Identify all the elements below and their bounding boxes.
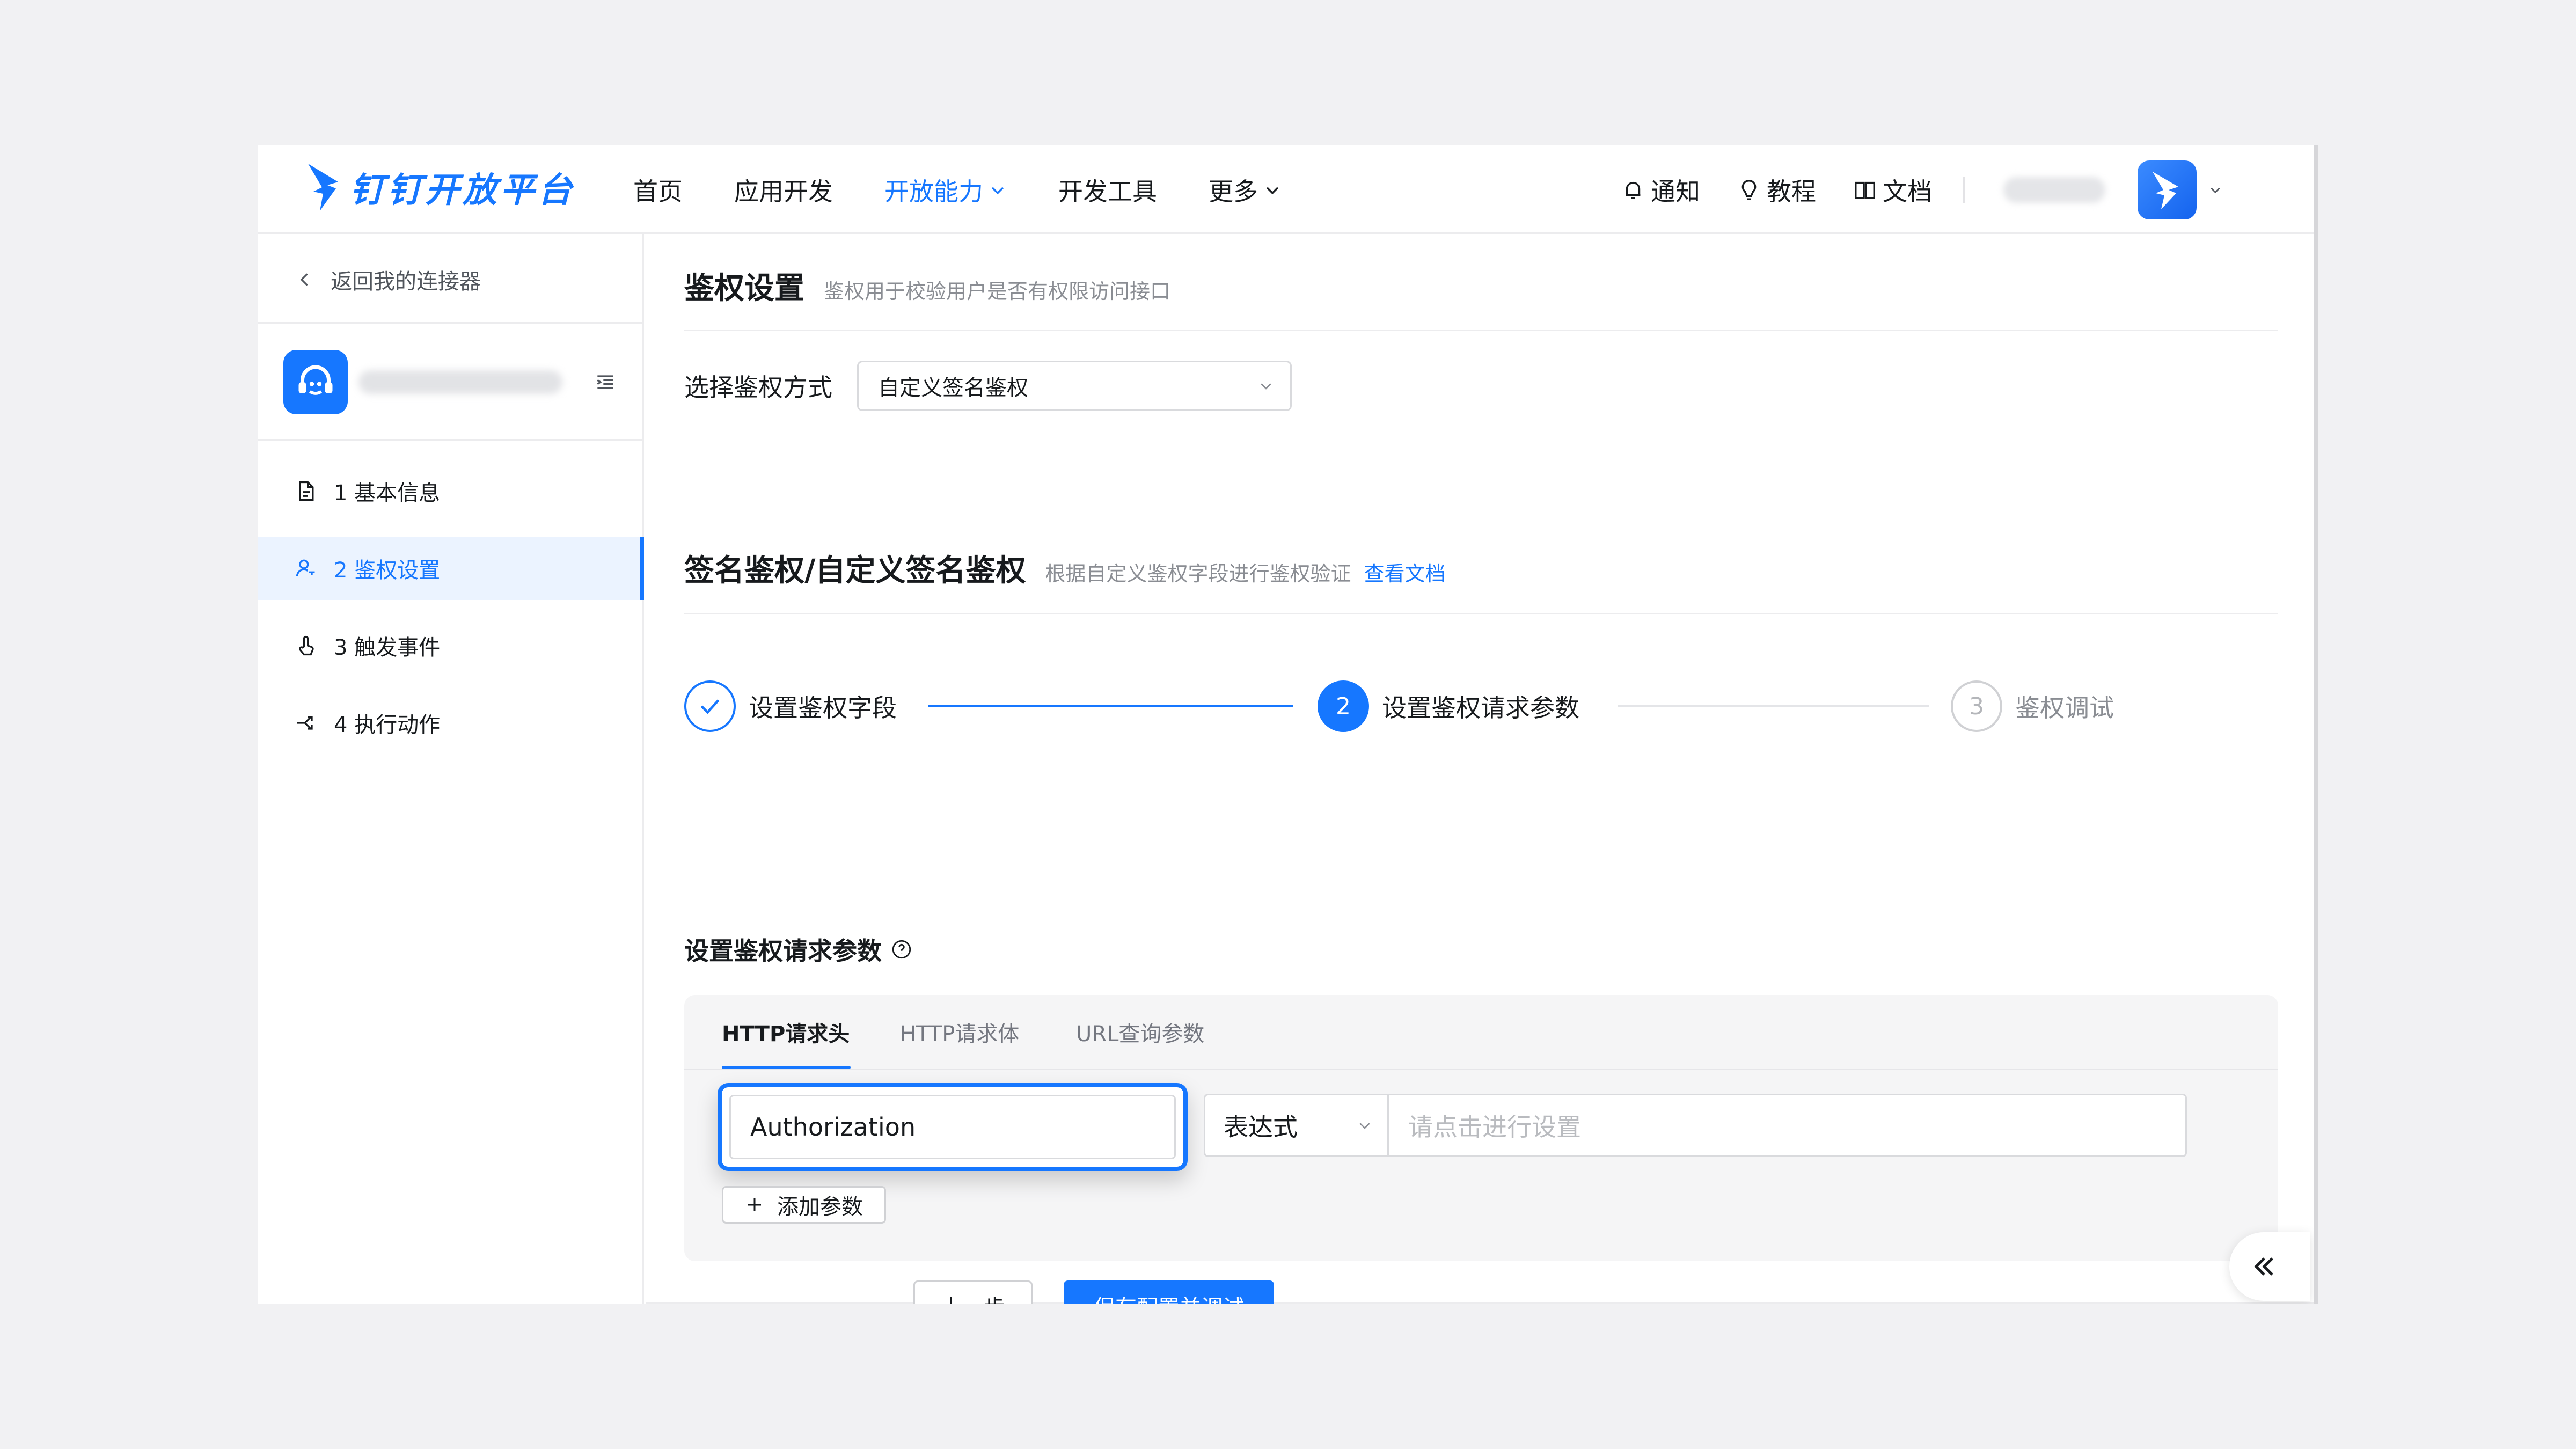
main-content: 鉴权设置 鉴权用于校验用户是否有权限访问接口 选择鉴权方式 自定义签名鉴权 签名… bbox=[646, 234, 2318, 1304]
params-panel: HTTP请求头 HTTP请求体 URL查询参数 Authorization 表达… bbox=[684, 995, 2278, 1261]
tab-url-query[interactable]: URL查询参数 bbox=[1076, 1016, 1204, 1048]
chevron-down-icon bbox=[991, 187, 1004, 195]
steps-indicator: 设置鉴权字段 2 设置鉴权请求参数 3 鉴权调试 bbox=[684, 679, 2278, 733]
page-title: 鉴权设置 bbox=[684, 271, 804, 306]
plus-icon bbox=[748, 1198, 761, 1211]
sign-section-header: 签名鉴权/自定义签名鉴权 根据自定义鉴权字段进行鉴权验证 查看文档 bbox=[684, 546, 1445, 590]
nav-item-more[interactable]: 更多 bbox=[1209, 172, 1282, 208]
book-icon bbox=[1855, 181, 1875, 200]
active-tab-indicator bbox=[722, 1066, 851, 1069]
step-connector-pending bbox=[1618, 705, 1929, 707]
back-to-connectors-link[interactable]: 返回我的连接器 bbox=[295, 264, 481, 295]
section-description: 根据自定义鉴权字段进行鉴权验证 bbox=[1045, 562, 1351, 586]
chevron-left-icon bbox=[300, 273, 308, 286]
nav-separator bbox=[1963, 177, 1965, 203]
step-2[interactable]: 2 设置鉴权请求参数 bbox=[1318, 679, 1579, 733]
sidebar-divider bbox=[258, 322, 642, 324]
footer-divider bbox=[646, 1302, 2318, 1304]
chevron-down-icon[interactable] bbox=[2208, 183, 2222, 197]
nav-item-app-dev[interactable]: 应用开发 bbox=[734, 172, 833, 208]
chevron-down-icon bbox=[1266, 187, 1279, 195]
tutorial-link[interactable]: 教程 bbox=[1737, 172, 1816, 208]
top-navigation: 钉钉开放平台 首页 应用开发 开放能力 开发工具 更多 通知 教程 文档 bbox=[258, 145, 2318, 234]
action-icon bbox=[297, 716, 313, 730]
tab-http-header[interactable]: HTTP请求头 bbox=[722, 1016, 850, 1048]
param-type-select[interactable]: 表达式 bbox=[1204, 1094, 1388, 1157]
section-description: 鉴权用于校验用户是否有权限访问接口 bbox=[824, 280, 1171, 303]
section-title: 签名鉴权/自定义签名鉴权 bbox=[684, 553, 1026, 588]
step-3[interactable]: 3 鉴权调试 bbox=[1951, 679, 2114, 733]
param-name-focus-ring: Authorization bbox=[718, 1083, 1188, 1171]
chevron-down-icon bbox=[1359, 1123, 1370, 1129]
document-icon bbox=[299, 481, 314, 501]
connector-name-blurred bbox=[358, 370, 562, 394]
connector-robot-icon bbox=[298, 365, 333, 395]
param-name-input[interactable]: Authorization bbox=[729, 1095, 1176, 1159]
docs-link[interactable]: 文档 bbox=[1853, 172, 1932, 208]
chevron-down-icon bbox=[1261, 383, 1271, 390]
brand-logo[interactable]: 钉钉开放平台 bbox=[306, 158, 575, 217]
auth-method-select[interactable]: 自定义签名鉴权 bbox=[857, 361, 1292, 411]
step-1[interactable]: 设置鉴权字段 bbox=[684, 679, 897, 733]
app-window: 钉钉开放平台 首页 应用开发 开放能力 开发工具 更多 通知 教程 文档 返回我… bbox=[258, 145, 2318, 1304]
pointer-icon bbox=[299, 635, 314, 656]
param-value-input[interactable]: 请点击进行设置 bbox=[1387, 1094, 2187, 1157]
brand-name: 钉钉开放平台 bbox=[350, 171, 575, 210]
menu-fold-icon[interactable] bbox=[594, 370, 617, 394]
step-number-circle: 2 bbox=[1318, 680, 1369, 732]
check-icon bbox=[700, 699, 720, 714]
view-docs-link[interactable]: 查看文档 bbox=[1364, 557, 1445, 587]
sidebar-item-basic-info[interactable]: 1 基本信息 bbox=[258, 459, 642, 523]
user-name-blurred bbox=[2003, 177, 2105, 203]
dingtalk-logo-icon bbox=[308, 164, 338, 211]
add-param-button[interactable]: 添加参数 bbox=[722, 1186, 886, 1224]
sidebar-item-auth-settings[interactable]: 2 鉴权设置 bbox=[258, 537, 644, 600]
main-nav: 首页 应用开发 开放能力 开发工具 更多 bbox=[633, 169, 1333, 211]
window-edge bbox=[2314, 145, 2318, 1304]
dingtalk-avatar-icon bbox=[2153, 172, 2178, 209]
nav-right: 通知 教程 文档 bbox=[1621, 160, 2222, 219]
notification-link[interactable]: 通知 bbox=[1621, 172, 1700, 208]
auth-method-row: 选择鉴权方式 自定义签名鉴权 bbox=[684, 361, 1292, 411]
user-key-icon bbox=[296, 559, 315, 576]
sidebar-item-execute-actions[interactable]: 4 执行动作 bbox=[258, 691, 642, 755]
sidebar-item-trigger-events[interactable]: 3 触发事件 bbox=[258, 614, 642, 677]
bell-icon bbox=[1626, 181, 1641, 200]
params-tabs: HTTP请求头 HTTP请求体 URL查询参数 bbox=[684, 995, 2278, 1070]
section-divider bbox=[684, 613, 2278, 614]
save-and-debug-button[interactable]: 保存配置并调试 bbox=[1064, 1280, 1274, 1304]
step-connector-done bbox=[928, 705, 1293, 707]
connector-icon bbox=[283, 350, 348, 414]
user-avatar[interactable] bbox=[2138, 160, 2197, 219]
section-divider bbox=[684, 330, 2278, 331]
collapse-panel-button[interactable] bbox=[2229, 1232, 2310, 1301]
nav-item-open-capability[interactable]: 开放能力 bbox=[884, 172, 1007, 208]
double-chevron-left-icon bbox=[2254, 1257, 2273, 1276]
previous-step-button[interactable]: 上一步 bbox=[913, 1280, 1033, 1304]
params-title: 设置鉴权请求参数 bbox=[684, 932, 913, 967]
bulb-icon bbox=[1741, 180, 1757, 200]
tab-http-body[interactable]: HTTP请求体 bbox=[900, 1016, 1019, 1048]
help-circle-icon[interactable] bbox=[890, 938, 913, 961]
step-check-circle bbox=[684, 680, 736, 732]
nav-item-home[interactable]: 首页 bbox=[633, 172, 683, 208]
step-number-circle: 3 bbox=[1951, 680, 2002, 732]
connector-header bbox=[283, 350, 627, 414]
nav-item-dev-tools[interactable]: 开发工具 bbox=[1058, 172, 1157, 208]
auth-method-label: 选择鉴权方式 bbox=[684, 373, 832, 402]
sidebar: 返回我的连接器 1 基本信息 2 鉴权设置 3 触发事件 4 执行动作 bbox=[258, 234, 644, 1304]
sidebar-divider bbox=[258, 439, 642, 441]
auth-section-header: 鉴权设置 鉴权用于校验用户是否有权限访问接口 bbox=[684, 264, 1170, 308]
